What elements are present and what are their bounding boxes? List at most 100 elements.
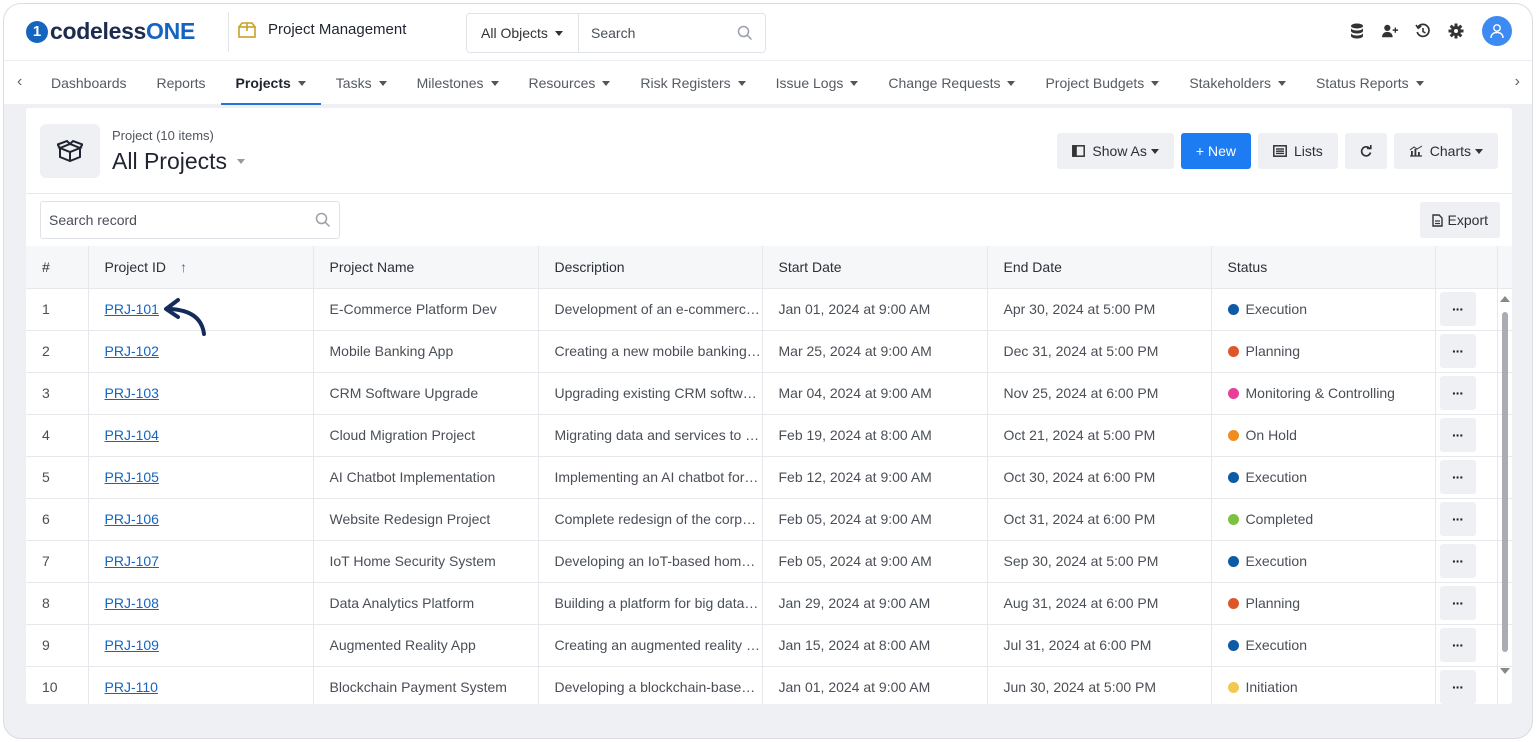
nav-scroll-left-icon[interactable]: ‹: [17, 73, 22, 91]
row-more-actions-button[interactable]: ···: [1439, 460, 1476, 494]
object-scope-label: All Objects: [481, 25, 548, 41]
column-header-number[interactable]: #: [26, 246, 89, 289]
start-date-cell: Jan 15, 2024 at 8:00 AM: [762, 624, 988, 667]
sort-ascending-icon[interactable]: ↑: [180, 259, 187, 275]
row-more-actions-button[interactable]: ···: [1439, 544, 1476, 578]
status-label: Planning: [1245, 343, 1301, 359]
project-id-link[interactable]: PRJ-107: [105, 553, 159, 569]
column-header-project-id[interactable]: Project ID ↑: [88, 246, 314, 289]
end-date-cell: Jul 31, 2024 at 6:00 PM: [987, 624, 1212, 667]
nav-tab-change-requests[interactable]: Change Requests: [873, 61, 1030, 105]
global-search: All Objects Search: [466, 13, 766, 53]
table-row[interactable]: 2 PRJ-102 Mobile Banking App Creating a new…: [26, 330, 1512, 373]
status-dot: [1227, 597, 1239, 609]
table-row[interactable]: 4 PRJ-104 Cloud Migration Project Migrating…: [26, 414, 1512, 457]
nav-tab-risk-registers[interactable]: Risk Registers: [625, 61, 760, 105]
app-switcher[interactable]: Project Management: [238, 21, 406, 38]
gear-icon[interactable]: [1448, 23, 1464, 39]
object-scope-select[interactable]: All Objects: [467, 14, 579, 52]
chevron-down-icon: [1278, 80, 1287, 86]
codelessone-logo[interactable]: 1 codelessONE: [26, 18, 195, 45]
nav-tab-project-budgets[interactable]: Project Budgets: [1030, 61, 1174, 105]
export-button[interactable]: Export: [1419, 202, 1500, 238]
table-scrollbar[interactable]: [1498, 290, 1512, 690]
table-row[interactable]: 9 PRJ-109 Augmented Reality App Creating an…: [26, 624, 1512, 667]
status-badge: Planning: [1227, 595, 1435, 611]
top-icons: [1332, 16, 1512, 46]
project-id-cell: PRJ-104: [88, 414, 314, 457]
search-icon[interactable]: [315, 212, 331, 228]
global-search-input[interactable]: Search: [579, 14, 765, 52]
nav-tab-reports[interactable]: Reports: [142, 61, 221, 105]
history-icon[interactable]: [1415, 23, 1431, 39]
project-id-link[interactable]: PRJ-102: [105, 343, 159, 359]
row-more-actions-button[interactable]: ···: [1439, 376, 1476, 410]
row-actions-cell: ···: [1435, 666, 1498, 704]
column-header-description[interactable]: Description: [538, 246, 763, 289]
project-id-link[interactable]: PRJ-109: [105, 637, 159, 653]
scrollbar-thumb[interactable]: [1502, 312, 1508, 652]
search-icon[interactable]: [737, 25, 753, 41]
table-row[interactable]: 6 PRJ-106 Website Redesign Project Complete…: [26, 498, 1512, 541]
user-avatar-icon[interactable]: [1482, 16, 1512, 46]
start-date-cell: Feb 19, 2024 at 8:00 AM: [762, 414, 988, 457]
row-more-actions-button[interactable]: ···: [1439, 418, 1476, 452]
scroll-down-icon[interactable]: [1500, 668, 1510, 674]
curved-arrow-annotation-icon: [164, 298, 206, 336]
project-id-link[interactable]: PRJ-105: [105, 469, 159, 485]
status-dot: [1227, 639, 1239, 651]
table-row[interactable]: 3 PRJ-103 CRM Software Upgrade Upgrading ex…: [26, 372, 1512, 415]
column-header-scroll-gutter: [1497, 246, 1512, 289]
table-row[interactable]: 7 PRJ-107 IoT Home Security System Developi…: [26, 540, 1512, 583]
row-number: 10: [26, 666, 89, 704]
database-icon[interactable]: [1349, 23, 1365, 39]
row-more-actions-button[interactable]: ···: [1439, 502, 1476, 536]
nav-tab-issue-logs[interactable]: Issue Logs: [761, 61, 874, 105]
project-id-link[interactable]: PRJ-103: [105, 385, 159, 401]
project-id-link[interactable]: PRJ-108: [105, 595, 159, 611]
project-id-link[interactable]: PRJ-110: [105, 679, 158, 695]
table-row[interactable]: 5 PRJ-105 AI Chatbot Implementation Impleme…: [26, 456, 1512, 499]
nav-tab-projects[interactable]: Projects: [220, 61, 322, 105]
column-header-start-date[interactable]: Start Date: [762, 246, 988, 289]
end-date-cell: Dec 31, 2024 at 5:00 PM: [987, 330, 1212, 373]
project-id-link[interactable]: PRJ-106: [105, 511, 159, 527]
nav-tab-stakeholders[interactable]: Stakeholders: [1174, 61, 1301, 105]
nav-tab-status-reports[interactable]: Status Reports: [1301, 61, 1439, 105]
status-dot: [1227, 681, 1239, 693]
nav-tab-dashboards[interactable]: Dashboards: [36, 61, 142, 105]
lists-button[interactable]: Lists: [1257, 133, 1338, 169]
nav-tab-label: Change Requests: [888, 75, 1001, 91]
view-selector[interactable]: All Projects: [112, 148, 246, 175]
table-row[interactable]: 8 PRJ-108 Data Analytics Platform Building …: [26, 582, 1512, 625]
show-as-button[interactable]: Show As: [1057, 133, 1174, 169]
description-cell: Upgrading existing CRM software: [538, 372, 763, 415]
new-label: + New: [1195, 143, 1236, 159]
row-more-actions-button[interactable]: ···: [1439, 586, 1476, 620]
status-label: On Hold: [1245, 427, 1297, 443]
column-header-status[interactable]: Status: [1211, 246, 1436, 289]
add-user-icon[interactable]: [1382, 23, 1398, 39]
end-date-cell: Oct 21, 2024 at 5:00 PM: [987, 414, 1212, 457]
nav-scroll-right-icon[interactable]: ›: [1515, 73, 1520, 91]
column-header-end-date[interactable]: End Date: [987, 246, 1212, 289]
record-search-input[interactable]: Search record: [40, 201, 340, 239]
nav-tab-milestones[interactable]: Milestones: [402, 61, 514, 105]
project-id-link[interactable]: PRJ-104: [105, 427, 159, 443]
charts-button[interactable]: Charts: [1393, 133, 1498, 169]
status-badge: On Hold: [1227, 427, 1435, 443]
nav-tab-resources[interactable]: Resources: [514, 61, 626, 105]
refresh-button[interactable]: [1344, 133, 1387, 169]
row-more-actions-button[interactable]: ···: [1439, 628, 1476, 662]
column-header-project-name[interactable]: Project Name: [313, 246, 539, 289]
new-record-button[interactable]: + New: [1180, 133, 1251, 169]
row-more-actions-button[interactable]: ···: [1439, 334, 1476, 368]
table-row[interactable]: 10 PRJ-110 Blockchain Payment System Develo…: [26, 666, 1512, 704]
project-id-link[interactable]: PRJ-101: [105, 301, 159, 317]
table-row[interactable]: 1 PRJ-101 E-Commerce Platform Dev Developme…: [26, 288, 1512, 331]
row-more-actions-button[interactable]: ···: [1439, 292, 1476, 326]
status-badge: Planning: [1227, 343, 1435, 359]
nav-tab-tasks[interactable]: Tasks: [321, 61, 402, 105]
row-more-actions-button[interactable]: ···: [1439, 670, 1476, 704]
scroll-up-icon[interactable]: [1500, 296, 1510, 302]
